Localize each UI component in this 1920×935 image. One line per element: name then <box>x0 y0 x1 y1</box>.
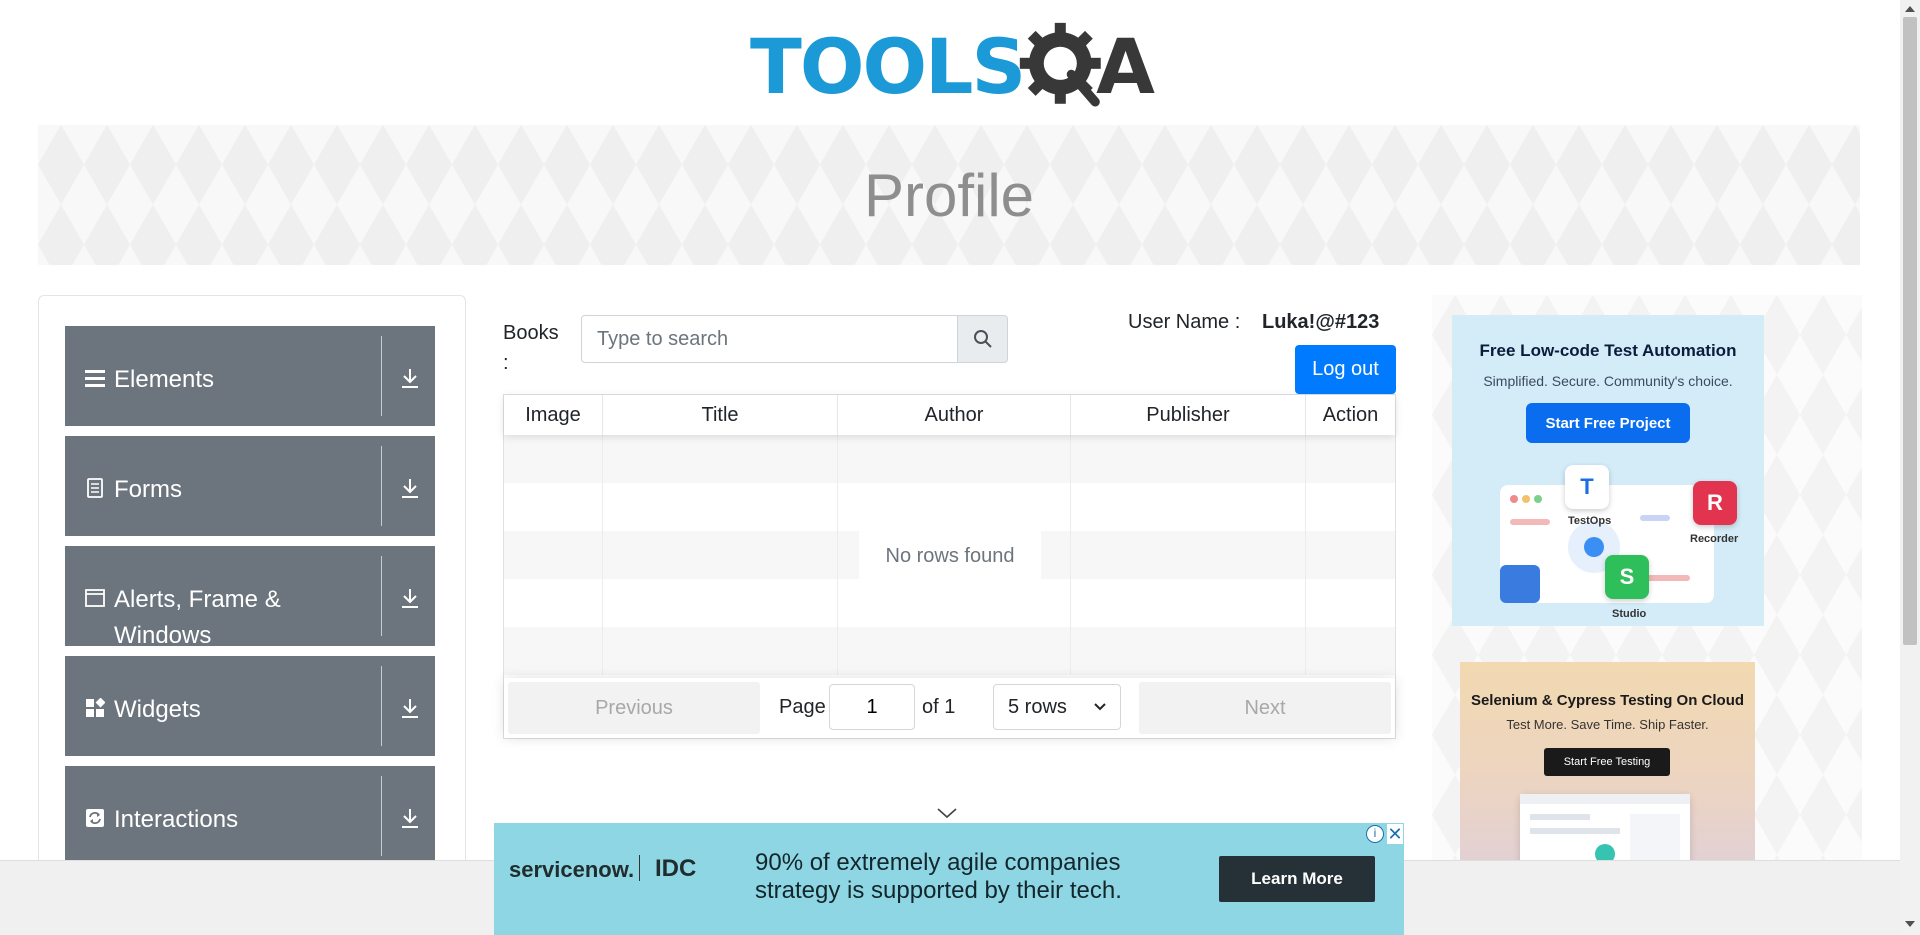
start-free-project-button[interactable]: Start Free Project <box>1526 403 1690 443</box>
widgets-icon <box>86 698 105 717</box>
download-icon[interactable] <box>399 806 421 830</box>
logo-separator <box>639 855 640 881</box>
search-button[interactable] <box>957 315 1008 363</box>
table-header: Image Title Author Publisher Action <box>504 395 1395 435</box>
page-input[interactable] <box>829 684 915 730</box>
recorder-badge: R <box>1693 481 1737 525</box>
document-icon <box>87 478 103 498</box>
sidebar: Elements Forms Alerts, Frame & Windows W… <box>38 295 466 935</box>
download-icon[interactable] <box>399 476 421 500</box>
page-title: Profile <box>863 161 1035 229</box>
column-header-action[interactable]: Action <box>1306 395 1395 435</box>
group-divider <box>381 446 382 526</box>
download-icon[interactable] <box>399 366 421 390</box>
ad-text: 90% of extremely agile companies strateg… <box>755 849 1122 904</box>
column-header-image[interactable]: Image <box>504 395 603 435</box>
studio-label: Studio <box>1612 608 1647 620</box>
column-header-author[interactable]: Author <box>838 395 1071 435</box>
idc-logo: IDC <box>655 855 697 882</box>
sidebar-group-label: Elements <box>114 366 215 393</box>
sidebar-group-label: Interactions <box>114 806 239 833</box>
books-table: Image Title Author Publisher Action No r… <box>503 394 1396 739</box>
sidebar-group-forms[interactable]: Forms <box>65 436 435 536</box>
column-header-title[interactable]: Title <box>603 395 838 435</box>
scroll-down-icon[interactable] <box>1905 921 1915 927</box>
ad-subtitle: Simplified. Secure. Community's choice. <box>1483 373 1733 389</box>
sidebar-group-widgets[interactable]: Widgets <box>65 656 435 756</box>
page-scrollbar[interactable] <box>1900 0 1920 935</box>
rows-per-page-select[interactable]: 5 rows <box>993 684 1121 730</box>
page-root: TOOLS A Profile Elements Forms Alerts, F… <box>0 0 1920 935</box>
page-label: Page <box>779 696 826 718</box>
close-icon[interactable]: ✕ <box>1387 824 1403 844</box>
sidebar-group-label: Alerts, Frame & Windows <box>114 586 281 649</box>
studio-badge: S <box>1605 555 1649 599</box>
recorder-label: Recorder <box>1690 533 1739 545</box>
download-icon[interactable] <box>399 696 421 720</box>
chevron-down-icon <box>1094 703 1106 711</box>
chevron-down-icon[interactable] <box>936 806 958 820</box>
pagination: Previous Page of 1 5 rows Next <box>504 678 1395 738</box>
testops-label: TestOps <box>1568 515 1612 527</box>
refresh-icon <box>86 809 104 827</box>
search-box <box>581 315 1008 363</box>
toolsqa-logo[interactable]: TOOLS A <box>750 18 1155 116</box>
username-label: User Name : <box>1128 311 1241 333</box>
download-icon[interactable] <box>399 586 421 610</box>
group-divider <box>381 336 382 416</box>
table-row <box>504 483 1395 531</box>
ad-katalon[interactable]: Free Low-code Test Automation Simplified… <box>1452 315 1764 626</box>
ad-servicenow[interactable]: servicenow. IDC 90% of extremely agile c… <box>494 823 1404 935</box>
testops-badge: T <box>1565 465 1609 509</box>
hamburger-icon <box>85 370 105 387</box>
sidebar-group-label: Forms <box>114 476 182 503</box>
next-button[interactable]: Next <box>1139 682 1391 734</box>
group-divider <box>381 776 382 856</box>
books-label: Books : <box>503 322 559 374</box>
table-row <box>504 435 1395 483</box>
scroll-up-icon[interactable] <box>1905 6 1915 12</box>
page-banner: Profile <box>38 125 1860 265</box>
logo-text-a: A <box>1096 22 1155 111</box>
page-total: of 1 <box>922 696 956 718</box>
rows-per-page-value: 5 rows <box>1008 695 1067 718</box>
logout-button[interactable]: Log out <box>1295 345 1396 394</box>
servicenow-logo: servicenow. <box>509 857 635 882</box>
sidebar-group-label: Widgets <box>114 696 201 723</box>
username-value: Luka!@#123 <box>1262 311 1380 333</box>
table-row <box>504 627 1395 675</box>
sidebar-group-alerts[interactable]: Alerts, Frame & Windows <box>65 546 435 649</box>
ad-info-icon[interactable]: i <box>1366 825 1384 843</box>
ad-title: Selenium & Cypress Testing On Cloud <box>1470 692 1745 709</box>
start-free-testing-button[interactable]: Start Free Testing <box>1544 748 1670 776</box>
ad-title: Free Low-code Test Automation <box>1479 341 1737 360</box>
previous-button[interactable]: Previous <box>508 682 760 734</box>
window-icon <box>85 589 105 607</box>
group-divider <box>381 666 382 746</box>
column-header-publisher[interactable]: Publisher <box>1071 395 1306 435</box>
sidebar-group-elements[interactable]: Elements <box>65 326 435 426</box>
learn-more-button[interactable]: Learn More <box>1219 856 1375 902</box>
logo-text-tools: TOOLS <box>750 22 1026 111</box>
search-icon <box>973 330 992 348</box>
ad-subtitle: Test More. Save Time. Ship Faster. <box>1506 717 1709 732</box>
scroll-thumb[interactable] <box>1903 17 1917 645</box>
sidebar-group-interactions[interactable]: Interactions <box>65 766 435 866</box>
no-rows-message: No rows found <box>859 531 1041 581</box>
group-divider <box>381 556 382 636</box>
table-row <box>504 579 1395 627</box>
search-input[interactable] <box>581 315 957 363</box>
